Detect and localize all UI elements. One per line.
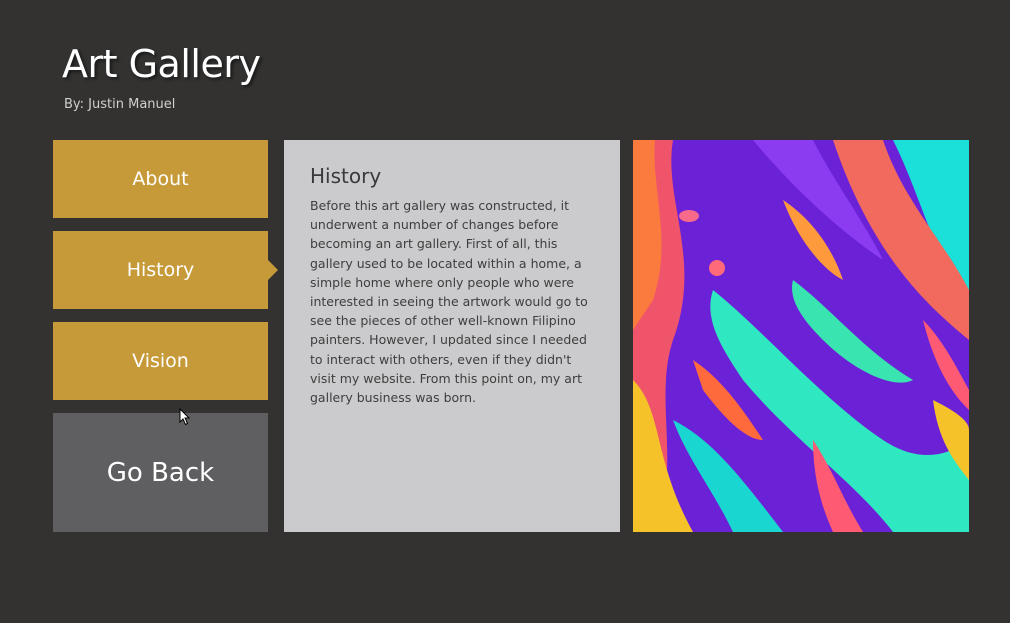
- page-title: Art Gallery: [62, 42, 261, 86]
- abstract-artwork-image: [633, 140, 969, 532]
- content-panel: History Before this art gallery was cons…: [284, 140, 620, 532]
- nav-button-history[interactable]: History: [53, 231, 278, 309]
- content-body: Before this art gallery was constructed,…: [310, 198, 588, 406]
- author-byline: By: Justin Manuel: [64, 97, 176, 112]
- nav-button-vision[interactable]: Vision: [53, 322, 268, 400]
- mouse-cursor-icon: [179, 408, 191, 426]
- content-title: History: [310, 164, 382, 188]
- go-back-button[interactable]: Go Back: [53, 413, 268, 532]
- nav-button-about[interactable]: About: [53, 140, 268, 218]
